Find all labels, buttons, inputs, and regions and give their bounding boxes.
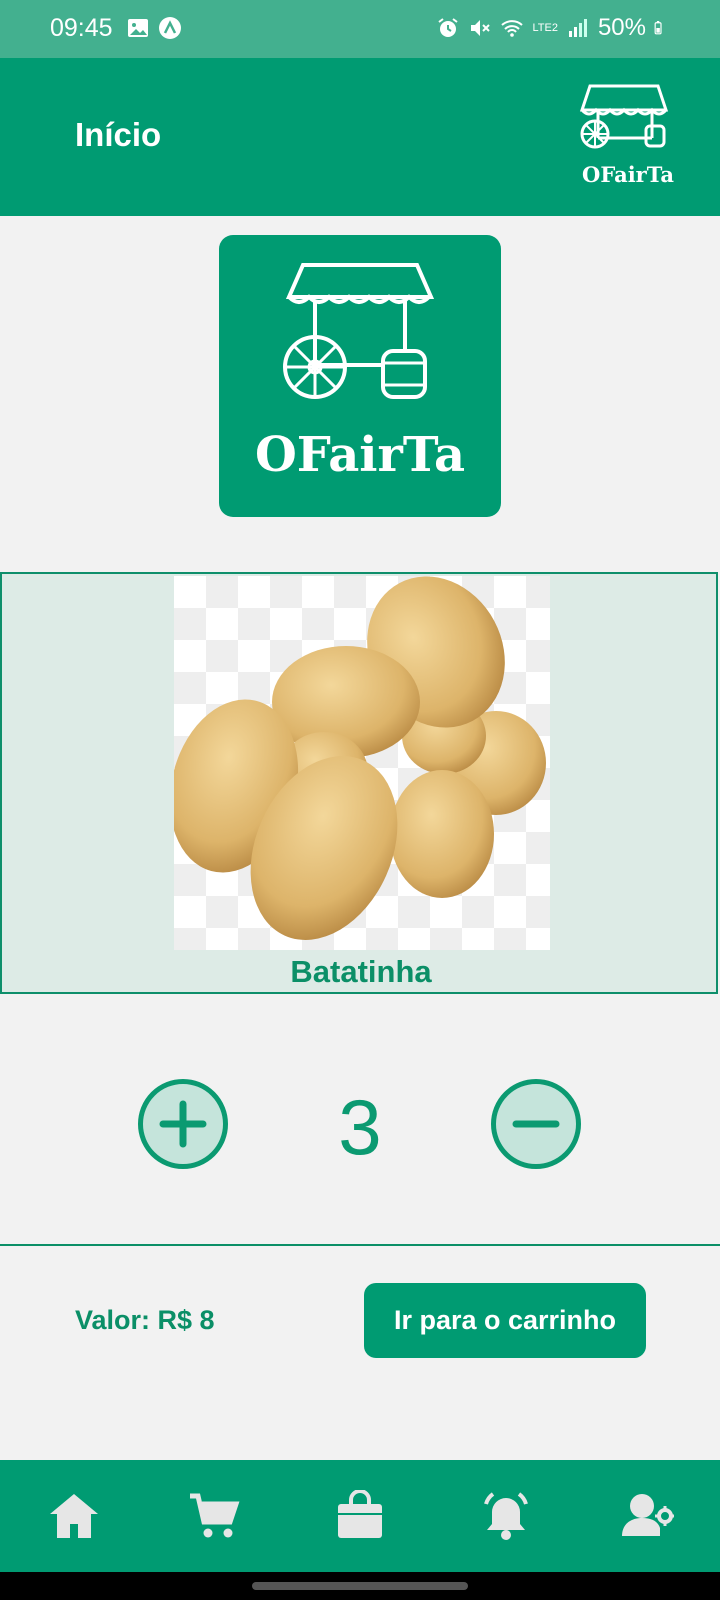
home-icon [50, 1494, 98, 1538]
cart-icon [190, 1493, 240, 1538]
nav-cart[interactable] [188, 1490, 240, 1542]
network-label: LTE2 [532, 22, 558, 34]
plus-icon [159, 1100, 207, 1148]
gesture-handle[interactable] [252, 1582, 468, 1590]
price-label: Valor: R$ 8 [75, 1305, 215, 1335]
nav-home[interactable] [48, 1490, 100, 1542]
user-settings-icon [622, 1494, 675, 1536]
battery-icon [654, 21, 662, 35]
minus-icon [512, 1120, 560, 1128]
go-to-cart-button[interactable]: Ir para o carrinho [364, 1283, 646, 1358]
product-name: Batatinha [290, 954, 432, 989]
brand-logo-card: OFairTa [219, 235, 501, 517]
nav-shop[interactable] [334, 1489, 386, 1542]
status-bar: 09:45 LTE2 50% [0, 0, 720, 58]
shopping-bag-icon [338, 1489, 382, 1538]
brand-logo-text: OFairTa [254, 427, 466, 483]
bell-icon [484, 1492, 528, 1540]
quantity-value: 3 [338, 1083, 382, 1171]
potatoes-image [169, 576, 546, 940]
mute-icon [471, 20, 491, 36]
signal-icon [568, 19, 587, 37]
gallery-icon [128, 19, 148, 37]
product-image [169, 576, 550, 950]
header-logo: OFairTa [568, 82, 688, 192]
wifi-icon [501, 20, 524, 37]
market-stall-icon [283, 263, 435, 399]
header-logo-text: OFairTa [582, 162, 674, 187]
battery-percent: 50% [597, 14, 646, 41]
app-a-icon [159, 17, 181, 39]
market-stall-icon [579, 84, 669, 149]
page-title: Início [75, 116, 162, 153]
divider [0, 1244, 720, 1246]
increase-quantity-button[interactable] [138, 1079, 228, 1169]
status-time: 09:45 [50, 14, 113, 42]
nav-profile-settings[interactable] [622, 1490, 675, 1542]
decrease-quantity-button[interactable] [491, 1079, 581, 1169]
product-card[interactable]: Batatinha [0, 572, 718, 994]
nav-notifications[interactable] [480, 1490, 532, 1542]
alarm-icon [438, 18, 459, 37]
status-right: LTE2 50% [436, 14, 668, 42]
app-header: Início OFairTa [0, 58, 720, 216]
status-left-icons [126, 16, 182, 40]
